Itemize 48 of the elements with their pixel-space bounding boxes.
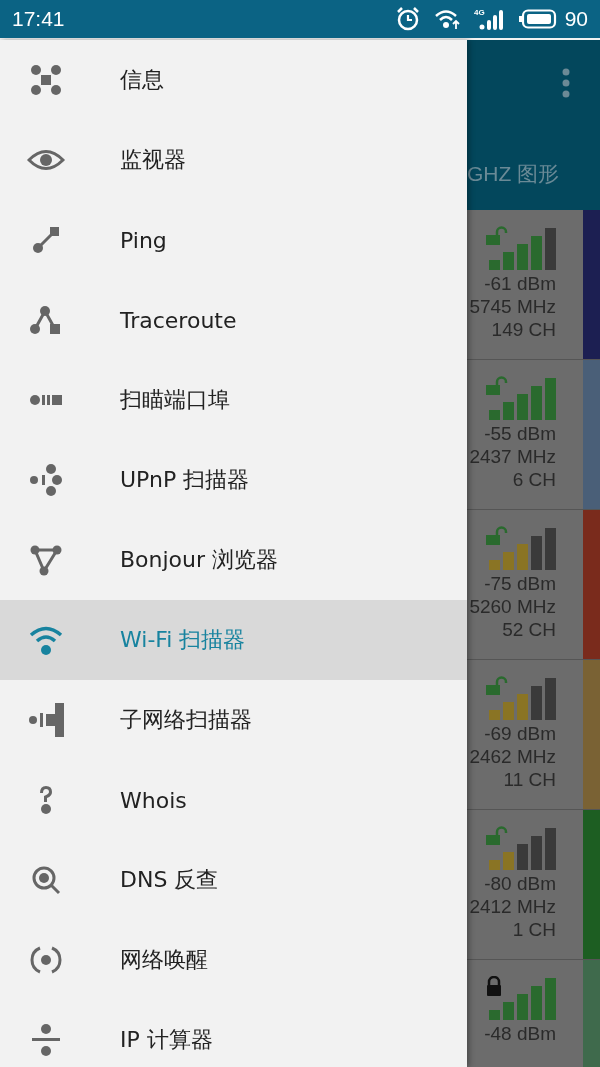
drawer-item[interactable]: 网络唤醒 bbox=[0, 920, 467, 1000]
drawer-item[interactable]: UPnP 扫描器 bbox=[0, 440, 467, 520]
frequency-reading: 5745 MHz bbox=[469, 295, 556, 318]
drawer-item[interactable]: Ping bbox=[0, 200, 467, 280]
drawer-item[interactable]: 子网络扫描器 bbox=[0, 680, 467, 760]
triangle-nodes-icon bbox=[30, 544, 62, 576]
channel-reading: 149 CH bbox=[491, 318, 556, 341]
eye-icon bbox=[27, 147, 65, 173]
question-icon bbox=[37, 785, 55, 815]
drawer-item[interactable]: Traceroute bbox=[0, 280, 467, 360]
alarm-icon bbox=[395, 7, 420, 31]
signal-reading: -75 dBm bbox=[484, 572, 556, 595]
signal-reading: -55 dBm bbox=[484, 422, 556, 445]
drawer-item[interactable]: 信息 bbox=[0, 40, 467, 120]
drawer-item[interactable]: IP 计算器 bbox=[0, 1000, 467, 1067]
channel-reading: 6 CH bbox=[512, 468, 556, 491]
frequency-reading: 2437 MHz bbox=[469, 445, 556, 468]
route-icon bbox=[30, 305, 62, 335]
frequency-reading: 5260 MHz bbox=[469, 595, 556, 618]
frequency-reading: 2462 MHz bbox=[469, 745, 556, 768]
signal-reading: -69 dBm bbox=[484, 722, 556, 745]
overflow-menu-icon[interactable] bbox=[562, 68, 570, 98]
wifi-icon bbox=[28, 624, 64, 656]
channel-reading: 1 CH bbox=[512, 918, 556, 941]
channel-reading: 52 CH bbox=[502, 618, 556, 641]
drawer-item[interactable]: Bonjour 浏览器 bbox=[0, 520, 467, 600]
signal-reading: -61 dBm bbox=[484, 272, 556, 295]
signal-reading: -80 dBm bbox=[484, 872, 556, 895]
battery-percent: 90 bbox=[564, 7, 588, 31]
divide-icon bbox=[32, 1024, 60, 1056]
nodes-icon bbox=[29, 463, 63, 497]
wifi-icon bbox=[433, 8, 460, 30]
network-type: 4G bbox=[473, 8, 485, 17]
drawer-item[interactable]: 扫瞄端口埠 bbox=[0, 360, 467, 440]
drawer-item[interactable]: 监视器 bbox=[0, 120, 467, 200]
search-icon bbox=[31, 865, 61, 895]
battery-icon bbox=[518, 9, 557, 29]
port-icon bbox=[29, 393, 63, 407]
drawer-item[interactable]: DNS 反查 bbox=[0, 840, 467, 920]
dots-grid-icon bbox=[29, 63, 63, 97]
signal-reading: -48 dBm bbox=[484, 1022, 556, 1045]
channel-reading: 11 CH bbox=[503, 768, 556, 791]
connection-icon bbox=[32, 226, 60, 254]
clock-time: 17:41 bbox=[12, 7, 66, 31]
subnet-icon bbox=[28, 703, 64, 737]
drawer-item[interactable]: Whois bbox=[0, 760, 467, 840]
target-icon bbox=[30, 944, 62, 976]
frequency-reading: 2412 MHz bbox=[469, 895, 556, 918]
